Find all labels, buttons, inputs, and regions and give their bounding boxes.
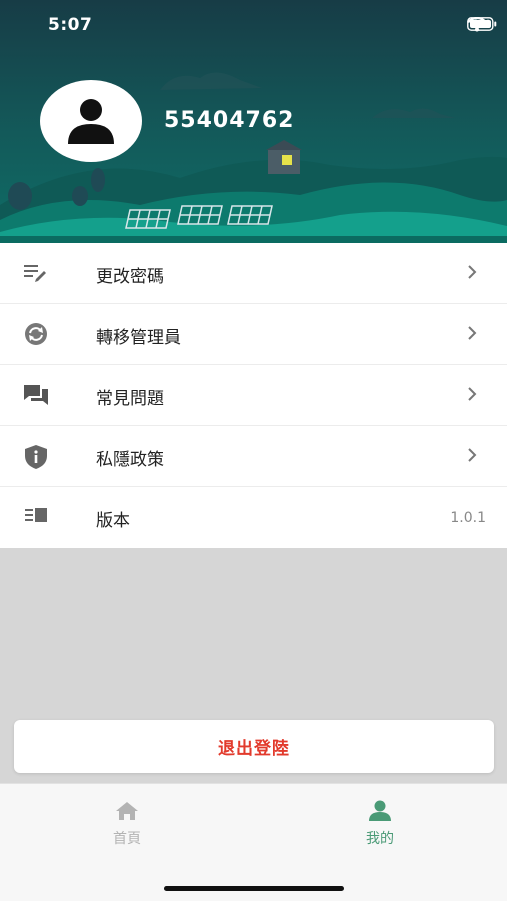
- status-bar: 5:07: [0, 0, 507, 52]
- status-time: 5:07: [48, 15, 93, 35]
- menu-item-version: 版本 1.0.1: [0, 487, 507, 548]
- menu-item-privacy-policy[interactable]: 私隱政策: [0, 426, 507, 487]
- chevron-right-icon: [467, 386, 477, 406]
- menu-item-transfer-admin[interactable]: 轉移管理員: [0, 304, 507, 365]
- shield-info-icon: [22, 444, 52, 469]
- tab-bar: 首頁 我的: [0, 783, 507, 901]
- settings-menu: 更改密碼 轉移管理員 常見問題 私隱政策 版本 1.0.1: [0, 243, 507, 548]
- chevron-right-icon: [467, 325, 477, 345]
- profile-header: 5:07 55404762: [0, 0, 507, 243]
- edit-list-icon: [22, 261, 52, 285]
- tab-me-label: 我的: [366, 831, 394, 847]
- avatar[interactable]: [40, 80, 142, 162]
- menu-item-label: 私隱政策: [96, 450, 164, 470]
- home-icon: [67, 800, 187, 826]
- tab-home-label: 首頁: [113, 831, 141, 847]
- person-icon: [320, 800, 440, 826]
- menu-item-label: 轉移管理員: [96, 328, 181, 348]
- chevron-right-icon: [467, 264, 477, 284]
- username: 55404762: [164, 108, 295, 133]
- chevron-right-icon: [467, 447, 477, 467]
- menu-item-label: 版本: [96, 511, 130, 531]
- menu-item-label: 常見問題: [96, 389, 164, 409]
- version-icon: [22, 505, 52, 529]
- home-indicator: [164, 886, 344, 891]
- sync-icon: [22, 322, 52, 346]
- person-icon: [68, 99, 114, 144]
- logout-button[interactable]: 退出登陸: [14, 720, 494, 773]
- menu-item-faq[interactable]: 常見問題: [0, 365, 507, 426]
- menu-item-change-password[interactable]: 更改密碼: [0, 243, 507, 304]
- menu-item-label: 更改密碼: [96, 267, 164, 287]
- tab-home[interactable]: 首頁: [67, 800, 187, 848]
- version-value: 1.0.1: [450, 510, 486, 526]
- tab-me[interactable]: 我的: [320, 800, 440, 848]
- chat-icon: [22, 383, 52, 407]
